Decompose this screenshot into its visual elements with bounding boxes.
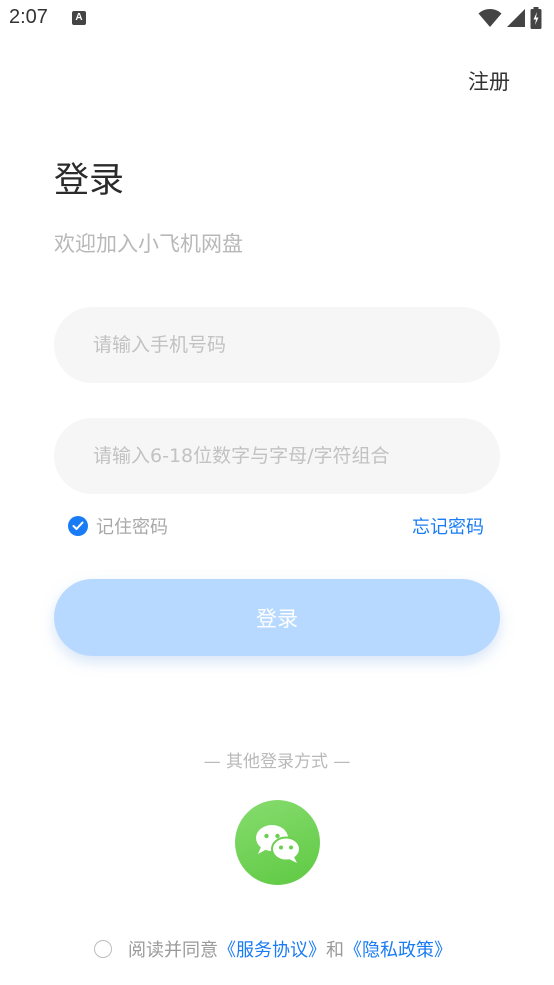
other-login-methods-label: — 其他登录方式 — bbox=[203, 752, 351, 772]
status-bar: 2:07 A bbox=[0, 0, 554, 40]
register-link[interactable]: 注册 bbox=[468, 66, 510, 96]
signal-icon bbox=[507, 9, 525, 27]
agreement-prefix: 阅读并同意 bbox=[128, 940, 218, 961]
status-icons bbox=[478, 7, 542, 29]
battery-charging-icon bbox=[530, 7, 542, 29]
remember-password-checkbox[interactable]: 记住密码 bbox=[68, 513, 168, 539]
privacy-policy-link[interactable]: 《隐私政策》 bbox=[344, 936, 452, 962]
remember-password-label: 记住密码 bbox=[96, 517, 168, 538]
notification-a-icon: A bbox=[72, 11, 86, 25]
agreement-and-text: 和 bbox=[326, 940, 344, 961]
forgot-password-link[interactable]: 忘记密码 bbox=[412, 513, 484, 539]
page-title: 登录 bbox=[54, 161, 125, 201]
agreement-row: 阅读并同意 《服务协议》 和 《隐私政策》 bbox=[94, 936, 452, 962]
agreement-radio[interactable] bbox=[94, 940, 112, 958]
phone-input[interactable] bbox=[54, 307, 500, 383]
service-agreement-link[interactable]: 《服务协议》 bbox=[218, 936, 326, 962]
wechat-login-button[interactable] bbox=[235, 800, 320, 885]
status-time: 2:07 bbox=[9, 6, 48, 28]
phone-field-container bbox=[54, 307, 500, 383]
wifi-icon bbox=[478, 9, 502, 27]
checkmark-icon bbox=[68, 516, 88, 536]
wechat-icon bbox=[255, 824, 301, 863]
page-subtitle: 欢迎加入小飞机网盘 bbox=[54, 232, 243, 256]
password-input[interactable] bbox=[54, 418, 500, 494]
password-field-container bbox=[54, 418, 500, 494]
login-button[interactable]: 登录 bbox=[54, 579, 500, 656]
